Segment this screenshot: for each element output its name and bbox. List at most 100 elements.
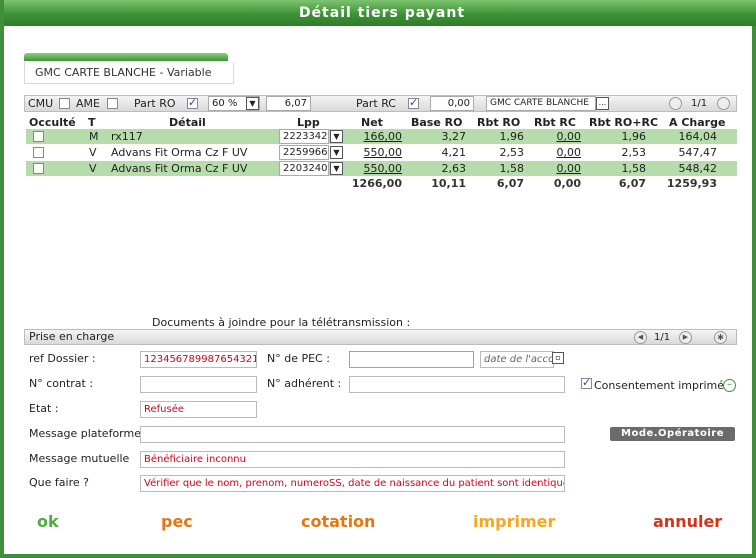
tiers-payant-window: Détail tiers payant GMC CARTE BLANCHE - … xyxy=(0,0,756,558)
next-page-icon[interactable]: ▶ xyxy=(679,331,692,344)
row-net[interactable]: 550,00 xyxy=(356,146,403,159)
msg-plateforme-field[interactable] xyxy=(140,426,565,443)
subtitle-tab xyxy=(24,53,228,61)
mode-operatoire-button[interactable]: Mode.Opératoire xyxy=(610,427,735,441)
part-ro-checkbox[interactable] xyxy=(187,96,198,109)
cotation-button[interactable]: cotation xyxy=(301,512,375,531)
documents-label: Documents à joindre pour la télétransmis… xyxy=(152,316,411,329)
calendar-icon[interactable]: ▫ xyxy=(552,352,564,364)
date-accord-field[interactable]: date de l'accord xyxy=(480,351,554,368)
total-rbt-rorc: 6,07 xyxy=(618,177,646,190)
chevron-down-icon[interactable]: ▼ xyxy=(330,130,343,143)
ref-dossier-label: ref Dossier : xyxy=(29,352,96,365)
minus-icon[interactable]: – xyxy=(723,379,736,392)
row-rbt-ro: 1,58 xyxy=(499,162,525,175)
header-a-charge: A Charge xyxy=(669,116,726,129)
window-title: Détail tiers payant xyxy=(4,0,756,26)
row-a-charge: 547,47 xyxy=(678,146,718,159)
header-occulte: Occulté xyxy=(29,116,76,129)
browse-button[interactable]: ... xyxy=(596,97,609,110)
pec-pager: 1/1 xyxy=(654,332,671,343)
row-rbt-ro: 2,53 xyxy=(499,146,525,159)
chevron-down-icon[interactable]: ▼ xyxy=(330,146,343,159)
no-adherent-label: N° adhérent : xyxy=(267,377,342,390)
ok-button[interactable]: ok xyxy=(37,512,59,531)
etat-field[interactable]: Refusée xyxy=(140,401,257,418)
row-rbt-rorc: 1,96 xyxy=(621,130,647,143)
total-net: 1266,00 xyxy=(351,177,402,190)
row-net[interactable]: 550,00 xyxy=(356,162,403,175)
row-rbt-rorc: 1,58 xyxy=(621,162,647,175)
row-type: M xyxy=(89,130,99,143)
lpp-select[interactable]: 2203240 xyxy=(279,161,329,176)
row-rbt-rorc: 2,53 xyxy=(621,146,647,159)
part-rc-checkbox[interactable] xyxy=(408,96,419,109)
part-ro-label: Part RO xyxy=(134,97,176,110)
header-rbt-rorc: Rbt RO+RC xyxy=(589,116,659,129)
ame-label: AME xyxy=(76,97,100,110)
etat-label: Etat : xyxy=(29,402,59,415)
msg-mutuelle-field[interactable]: Bénéficiaire inconnu xyxy=(140,451,565,468)
row-rbt-rc[interactable]: 0,00 xyxy=(541,162,582,175)
settings-icon[interactable]: ✱ xyxy=(714,331,727,344)
total-a-charge: 1259,93 xyxy=(666,177,717,190)
no-adherent-field[interactable] xyxy=(349,376,565,393)
part-rc-label: Part RC xyxy=(356,97,396,110)
pec-bar-title: Prise en charge xyxy=(29,330,115,343)
cmu-label: CMU xyxy=(28,97,54,110)
ame-checkbox[interactable] xyxy=(107,98,118,109)
annuler-button[interactable]: annuler xyxy=(653,512,722,531)
no-pec-label: N° de PEC : xyxy=(267,352,330,365)
consentement-checkbox[interactable] xyxy=(581,376,592,389)
header-t: T xyxy=(88,116,96,129)
toolbar-pager: 1/1 xyxy=(691,98,708,109)
header-rbt-rc: Rbt RC xyxy=(534,116,576,129)
table-row[interactable]: M rx117 2223342 ▼ 166,00 3,27 1,96 0,00 … xyxy=(26,129,737,144)
table-row[interactable]: V Advans Fit Orma Cz F UV 2259966 ▼ 550,… xyxy=(26,145,737,160)
no-pec-field[interactable] xyxy=(349,351,474,368)
header-net: Net xyxy=(361,116,383,129)
row-detail: Advans Fit Orma Cz F UV xyxy=(111,162,248,175)
occulte-checkbox[interactable] xyxy=(33,163,44,174)
row-detail: Advans Fit Orma Cz F UV xyxy=(111,146,248,159)
total-rbt-rc: 0,00 xyxy=(553,177,581,190)
row-type: V xyxy=(89,146,97,159)
chevron-down-icon[interactable]: ▼ xyxy=(246,97,259,110)
subtitle: GMC CARTE BLANCHE - Variable xyxy=(24,62,234,84)
que-faire-field[interactable]: Vérifier que le nom, prenom, numeroSS, d… xyxy=(140,475,565,492)
prev-page-icon[interactable] xyxy=(669,97,682,110)
lpp-select[interactable]: 2259966 xyxy=(279,145,329,160)
imprimer-button[interactable]: imprimer xyxy=(473,512,555,531)
total-rbt-ro: 6,07 xyxy=(496,177,524,190)
prev-page-icon[interactable]: ◀ xyxy=(634,331,647,344)
que-faire-label: Que faire ? xyxy=(29,476,89,489)
row-a-charge: 548,42 xyxy=(678,162,718,175)
row-rbt-rc[interactable]: 0,00 xyxy=(541,146,582,159)
msg-mutuelle-label: Message mutuelle xyxy=(29,452,130,465)
ref-dossier-field[interactable]: 123456789987654321 xyxy=(140,351,257,368)
next-page-icon[interactable] xyxy=(717,97,730,110)
chevron-down-icon[interactable]: ▼ xyxy=(330,162,343,175)
pec-bar xyxy=(24,329,737,345)
msg-plateforme-label: Message plateforme xyxy=(29,427,141,440)
occulte-checkbox[interactable] xyxy=(33,131,44,142)
pec-button[interactable]: pec xyxy=(161,512,193,531)
row-base-ro: 3,27 xyxy=(441,130,467,143)
occulte-checkbox[interactable] xyxy=(33,147,44,158)
table-row[interactable]: V Advans Fit Orma Cz F UV 2203240 ▼ 550,… xyxy=(26,161,737,176)
no-contrat-field[interactable] xyxy=(140,376,257,393)
ro-amount-input[interactable]: 6,07 xyxy=(266,96,311,111)
row-base-ro: 2,63 xyxy=(441,162,467,175)
total-base-ro: 10,11 xyxy=(431,177,466,190)
consentement-label: Consentement imprimé xyxy=(594,379,725,392)
row-base-ro: 4,21 xyxy=(441,146,467,159)
cmu-checkbox[interactable] xyxy=(59,98,70,109)
lpp-select[interactable]: 2223342 xyxy=(279,129,329,144)
rc-name-input[interactable]: GMC CARTE BLANCHE xyxy=(486,96,596,111)
row-net[interactable]: 166,00 xyxy=(356,130,403,143)
rc-amount-input[interactable]: 0,00 xyxy=(430,96,474,111)
row-rbt-rc[interactable]: 0,00 xyxy=(541,130,582,143)
row-rbt-ro: 1,96 xyxy=(499,130,525,143)
header-lpp: Lpp xyxy=(297,116,320,129)
row-detail: rx117 xyxy=(111,130,143,143)
